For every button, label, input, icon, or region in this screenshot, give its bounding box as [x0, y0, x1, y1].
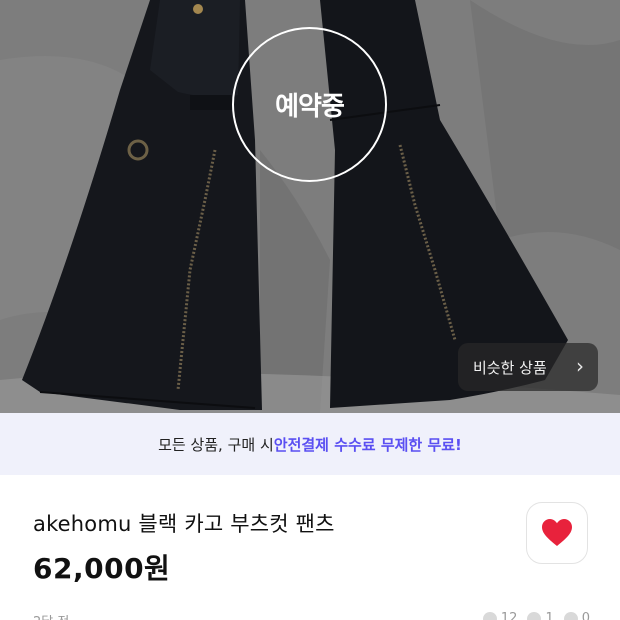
- posted-time: 2달 전: [33, 611, 69, 620]
- chats-stat: 0: [563, 611, 590, 620]
- likes-stat: 1: [527, 611, 554, 620]
- reserved-status-badge: 예약중: [232, 27, 387, 182]
- product-photo[interactable]: 예약중 비슷한 상품 ›: [0, 0, 620, 413]
- chat-icon: [563, 611, 578, 620]
- heart-outline-icon: [527, 611, 542, 620]
- promo-banner[interactable]: 모든 상품, 구매 시 안전결제 수수료 무제한 무료!: [0, 413, 620, 475]
- product-price: 62,000원: [33, 552, 171, 585]
- promo-text: 모든 상품, 구매 시: [158, 435, 274, 454]
- views-stat: 12: [482, 611, 518, 620]
- views-count: 12: [500, 611, 518, 620]
- like-button[interactable]: [526, 502, 588, 564]
- chats-count: 0: [581, 611, 590, 620]
- likes-count: 1: [545, 611, 554, 620]
- similar-products-button[interactable]: 비슷한 상품 ›: [458, 343, 598, 391]
- chevron-right-icon: ›: [576, 354, 584, 378]
- similar-products-label: 비슷한 상품: [473, 358, 547, 377]
- status-badge-label: 예약중: [275, 92, 345, 122]
- heart-icon: [542, 519, 572, 546]
- promo-highlight: 안전결제 수수료 무제한 무료!: [273, 435, 462, 454]
- listing-stats: 12 1 0: [482, 611, 590, 620]
- product-title: akehomu 블랙 카고 부츠컷 팬츠: [33, 512, 335, 536]
- eye-icon: [482, 611, 497, 620]
